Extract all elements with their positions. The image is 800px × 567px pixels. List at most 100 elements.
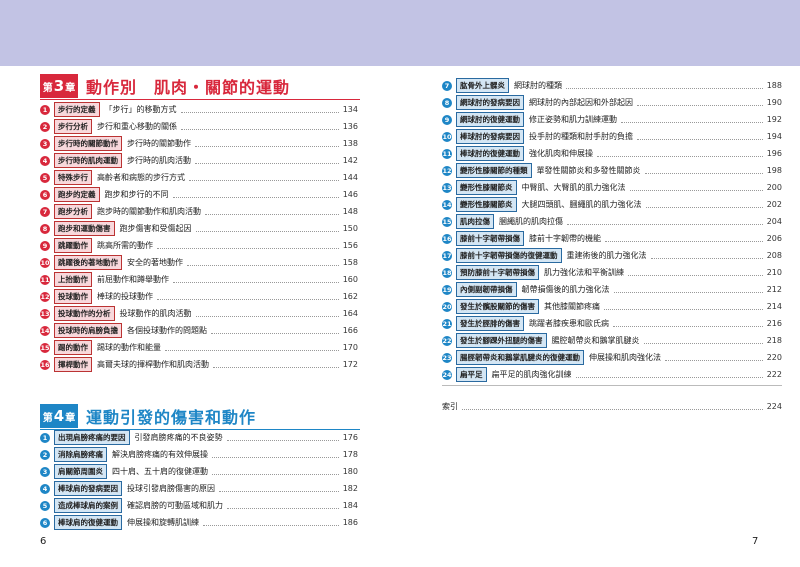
toc-entry[interactable]: 13 投球動作的分析 投球動作的肌肉活動 164: [40, 305, 358, 322]
entry-tag: 投球動作的分析: [54, 306, 115, 321]
entry-description: 腸腔韌帶炎和鵝掌肌腱炎: [551, 336, 640, 345]
toc-entry[interactable]: 18 預防膝前十字韌帶損傷 肌力強化法和平衡訓練 210: [442, 264, 782, 281]
entry-leader: [181, 129, 339, 130]
entry-leader: [637, 139, 763, 140]
entry-description: 踢球的動作和能量: [97, 343, 161, 352]
entry-number-icon: 16: [40, 359, 50, 370]
toc-entry[interactable]: 20 發生於髕股關節的傷害 其他膝關節疼痛 214: [442, 298, 782, 315]
index-label: 索引: [442, 402, 458, 411]
entry-description: 膝前十字韌帶的機能: [529, 234, 601, 243]
right-page: 7 肱骨外上髁炎 網球肘的種類 188 8 網球肘的發病要因 網球肘的內部起因和外部起因 19…: [400, 66, 800, 567]
toc-entry[interactable]: 9 跳躍動作 跳高所需的動作 156: [40, 237, 358, 254]
toc-entry[interactable]: 16 膝前十字韌帶損傷 膝前十字韌帶的機能 206: [442, 230, 782, 247]
toc-entry[interactable]: 19 內側副韌帶損傷 韌帶損傷後的肌力強化法 212: [442, 281, 782, 298]
toc-entry[interactable]: 3 步行時的關節動作 步行時的關節動作 138: [40, 135, 358, 152]
entry-tag: 步行時的肌肉運動: [54, 153, 122, 168]
entry-number-icon: 5: [40, 172, 50, 183]
entry-number-icon: 10: [40, 257, 50, 268]
entry-description: 高爾夫球的揮桿動作和肌肉活動: [97, 360, 209, 369]
entry-tag: 肱骨外上髁炎: [456, 78, 509, 93]
entry-tag: 跳躍動作: [54, 238, 92, 253]
chapter4-toc: 1 出現肩膀疼痛的要因 引發肩膀疼痛的不良姿勢 176 2 消除肩膀疼痛 解決肩膀疼痛的有效…: [40, 429, 358, 531]
left-folio: 6: [40, 536, 47, 547]
entry-page-number: 162: [342, 292, 358, 301]
entry-description: 解決肩膀疼痛的有效伸展操: [112, 450, 208, 459]
toc-entry[interactable]: 4 棒球肩的發病要因 投球引發肩膀傷害的原因 182: [40, 480, 358, 497]
entry-tag: 棒球肘的復健運動: [456, 146, 524, 161]
entry-page-number: 134: [342, 105, 358, 114]
chapter4-title: 運動引發的傷害和動作: [86, 408, 257, 427]
toc-entry[interactable]: 13 變形性膝關節炎 中臀肌、大臀肌的肌力強化法 200: [442, 179, 782, 196]
entry-page-number: 204: [766, 217, 782, 226]
entry-description: 各個投球動作的問題點: [127, 326, 207, 335]
entry-tag: 棒球肩的發病要因: [54, 481, 122, 496]
toc-entry[interactable]: 24 扁平足 扁平足的肌肉強化訓練 222: [442, 366, 782, 383]
toc-entry[interactable]: 12 投球動作 棒球的投球動作 162: [40, 288, 358, 305]
toc-entry[interactable]: 3 肩關節周圍炎 四十肩、五十肩的復健運動 180: [40, 463, 358, 480]
toc-entry[interactable]: 1 步行的定義 「步行」的移動方式 134: [40, 101, 358, 118]
entry-description: 跑步時的關節動作和肌肉活動: [97, 207, 201, 216]
entry-page-number: 138: [342, 139, 358, 148]
entry-tag: 出現肩膀疼痛的要因: [54, 430, 130, 445]
toc-entry[interactable]: 22 發生於腳踝外扭腿的傷害 腸腔韌帶炎和鵝掌肌腱炎 218: [442, 332, 782, 349]
toc-entry[interactable]: 9 網球肘的復健運動 修正姿勢和肌力訓練運動 192: [442, 111, 782, 128]
toc-entry[interactable]: 5 特殊步行 高齡者和病態的步行方式 144: [40, 169, 358, 186]
entry-number-icon: 7: [40, 206, 50, 217]
entry-leader: [189, 180, 339, 181]
toc-entry[interactable]: 23 腸脛韌帶炎和鵝掌肌腱炎的復健運動 伸展操和肌肉強化法 220: [442, 349, 782, 366]
entry-page-number: 218: [766, 336, 782, 345]
entry-tag: 棒球肩的復健運動: [54, 515, 122, 530]
toc-entry[interactable]: 8 網球肘的發病要因 網球肘的內部起因和外部起因 190: [442, 94, 782, 111]
entry-page-number: 148: [342, 207, 358, 216]
toc-entry[interactable]: 5 造成棒球肩的案例 確認肩膀的可動區域和肌力 184: [40, 497, 358, 514]
toc-entry[interactable]: 14 投球時的肩膀負擔 各個投球動作的問題點 166: [40, 322, 358, 339]
toc-entry[interactable]: 10 棒球肘的發病要因 投手肘的種類和肘手肘的負擔 194: [442, 128, 782, 145]
entry-tag: 肌肉拉傷: [456, 214, 494, 229]
entry-page-number: 214: [766, 302, 782, 311]
entry-number-icon: 15: [40, 342, 50, 353]
toc-entry[interactable]: 15 踢的動作 踢球的動作和能量 170: [40, 339, 358, 356]
toc-entry[interactable]: 8 跑步和運動傷害 跑步傷害和受傷起因 150: [40, 220, 358, 237]
toc-entry[interactable]: 1 出現肩膀疼痛的要因 引發肩膀疼痛的不良姿勢 176: [40, 429, 358, 446]
entry-leader: [226, 440, 339, 441]
entry-description: 伸展操和肌肉強化法: [589, 353, 661, 362]
entry-leader: [187, 265, 339, 266]
toc-entry[interactable]: 7 跑步分析 跑步時的關節動作和肌肉活動 148: [40, 203, 358, 220]
toc-entry[interactable]: 2 步行分析 步行和重心移動的關係 136: [40, 118, 358, 135]
toc-entry[interactable]: 4 步行時的肌肉運動 步行時的肌肉活動 142: [40, 152, 358, 169]
entry-number-icon: 2: [40, 121, 50, 132]
entry-number-icon: 18: [442, 267, 452, 278]
entry-leader: [227, 508, 339, 509]
toc-entry[interactable]: 15 肌肉拉傷 膕繩肌的肌肉拉傷 204: [442, 213, 782, 230]
toc-entry[interactable]: 16 揮桿動作 高爾夫球的揮桿動作和肌肉活動 172: [40, 356, 358, 373]
chapter4-badge-pre: 第: [42, 412, 53, 424]
entry-page-number: 196: [766, 149, 782, 158]
toc-entry[interactable]: 14 變形性膝關節炎 大腿四頭肌、膕繩肌的肌力強化法 202: [442, 196, 782, 213]
entry-page-number: 184: [342, 501, 358, 510]
toc-entry[interactable]: 21 發生於脛腓的傷害 跳躍者膝疾患和歐氏病 216: [442, 315, 782, 332]
toc-entry[interactable]: 10 跳躍後的著地動作 安全的著地動作 158: [40, 254, 358, 271]
entry-tag: 變形性膝關節的種類: [456, 163, 532, 178]
index-entry[interactable]: 索引 224: [442, 401, 782, 412]
toc-entry[interactable]: 6 跑步的定義 跑步和步行的不同 146: [40, 186, 358, 203]
entry-leader: [195, 163, 339, 164]
entry-description: 單發性關節炎和多發性關節炎: [536, 166, 641, 175]
toc-entry[interactable]: 2 消除肩膀疼痛 解決肩膀疼痛的有效伸展操 178: [40, 446, 358, 463]
entry-description: 其他膝關節疼痛: [544, 302, 600, 311]
entry-tag: 步行時的關節動作: [54, 136, 122, 151]
entry-page-number: 164: [342, 309, 358, 318]
index-divider: [442, 385, 782, 386]
toc-entry[interactable]: 11 棒球肘的復健運動 強化肌肉和伸展操 196: [442, 145, 782, 162]
toc-entry[interactable]: 12 變形性膝關節的種類 單發性關節炎和多發性關節炎 198: [442, 162, 782, 179]
entry-leader: [613, 292, 763, 293]
toc-entry[interactable]: 11 上抬動作 前屈動作和蹲舉動作 160: [40, 271, 358, 288]
toc-entry[interactable]: 7 肱骨外上髁炎 網球肘的種類 188: [442, 77, 782, 94]
entry-tag: 步行的定義: [54, 102, 100, 117]
entry-description: 投球動作的肌肉活動: [119, 309, 192, 318]
toc-entry[interactable]: 17 膝前十字韌帶損傷的復健運動 重建術後的肌力強化法 208: [442, 247, 782, 264]
toc-entry[interactable]: 6 棒球肩的復健運動 伸展操和旋轉肌訓練 186: [40, 514, 358, 531]
entry-tag: 發生於腳踝外扭腿的傷害: [456, 333, 547, 348]
entry-leader: [604, 309, 763, 310]
chapter3-badge-num: 3: [53, 77, 65, 95]
entry-page-number: 136: [342, 122, 358, 131]
